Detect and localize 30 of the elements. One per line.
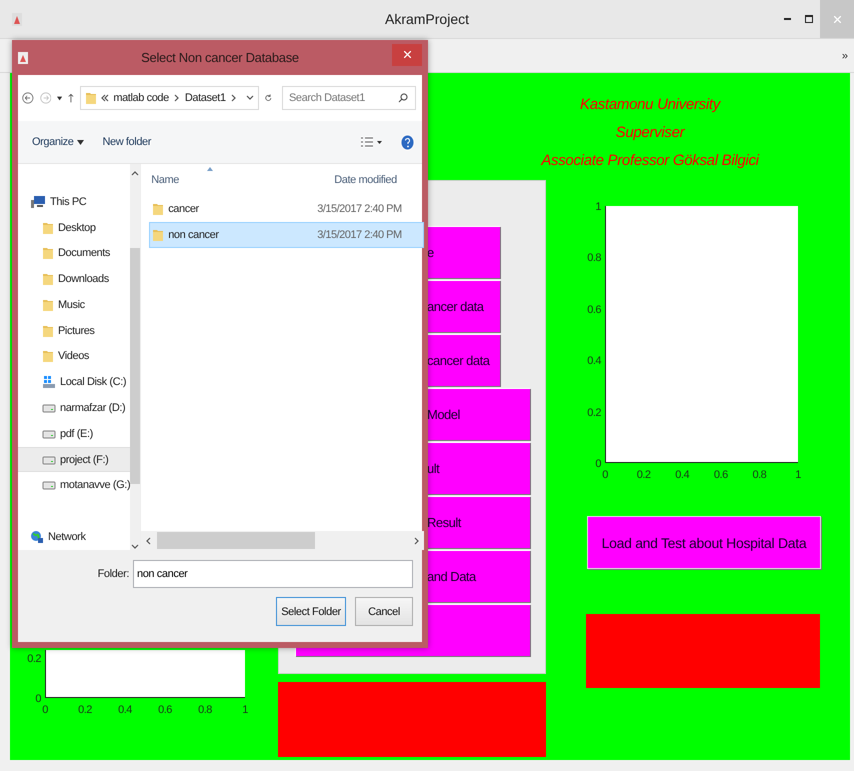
window-title: AkramProject xyxy=(384,11,470,27)
file-name: non cancer xyxy=(168,229,219,241)
axis-tick-label: 0.4 xyxy=(587,355,601,368)
axis-tick-label: 0.4 xyxy=(675,469,690,481)
heading-text: Associate Professor Göksal Bilgici xyxy=(541,151,759,171)
axis-tick-label: 0.8 xyxy=(752,469,766,481)
axis-tick-label: 1 xyxy=(242,704,248,716)
axis-tick-label: 0.2 xyxy=(27,653,41,665)
dialog-title: Select Non cancer Database xyxy=(140,50,300,65)
file-name: cancer xyxy=(168,203,199,215)
axis-tick-label: 0 xyxy=(35,693,41,705)
axis-tick-label: 0.6 xyxy=(714,469,728,481)
axis-tick-label: 1 xyxy=(595,201,601,213)
axis-tick-label: 0.8 xyxy=(587,252,601,264)
axis-tick-label: 1 xyxy=(795,469,801,481)
axis-tick-label: 0 xyxy=(595,458,601,470)
heading-text: Kastamonu University xyxy=(580,95,720,115)
axis-tick-label: 0.2 xyxy=(78,704,92,716)
file-date: 3/15/2017 2:40 PM xyxy=(317,229,402,241)
axis-tick-label: 0.6 xyxy=(158,704,172,716)
axis-tick-label: 0.8 xyxy=(198,704,212,716)
heading-text: Superviser xyxy=(616,123,684,143)
axis-tick-label: 0 xyxy=(42,704,48,716)
folder-label: Folder: xyxy=(98,568,129,580)
file-date: 3/15/2017 2:40 PM xyxy=(317,203,402,215)
axis-tick-label: 0.2 xyxy=(636,469,650,481)
axis-tick-label: 0.6 xyxy=(587,304,601,316)
axis-tick-label: 0.2 xyxy=(587,406,601,419)
axis-tick-label: 0 xyxy=(602,469,608,481)
axis-tick-label: 0.4 xyxy=(118,704,132,716)
